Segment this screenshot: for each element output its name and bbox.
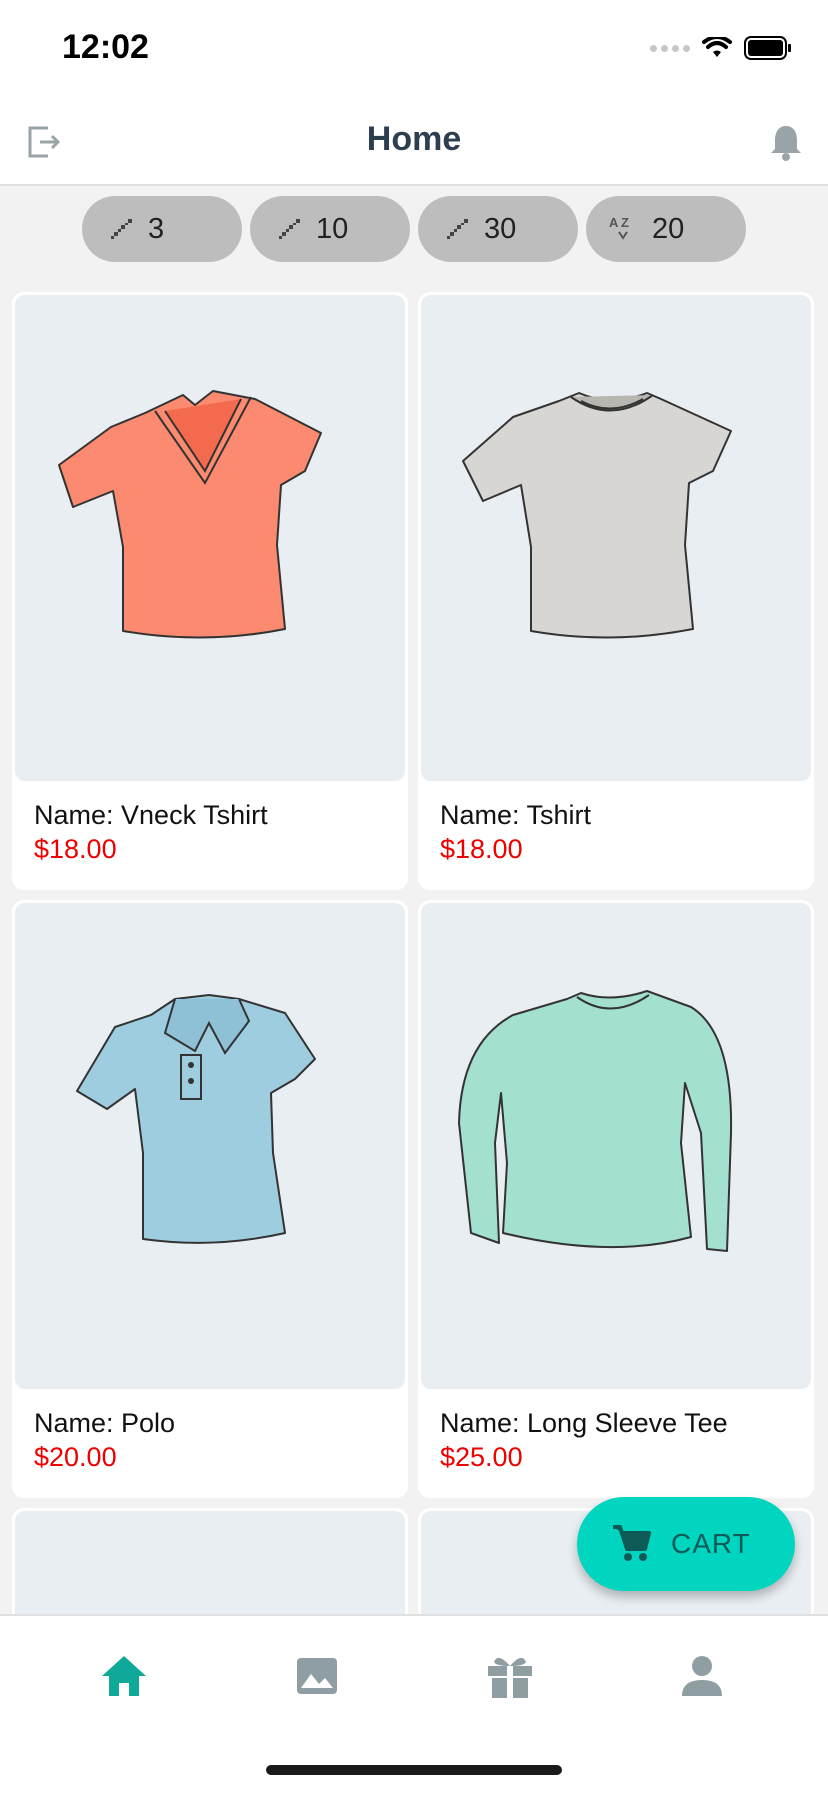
product-name: Name: Long Sleeve Tee — [440, 1408, 728, 1438]
stairs-icon — [442, 219, 468, 239]
cart-label: CART — [671, 1528, 751, 1559]
product-price: $25.00 — [440, 1442, 523, 1472]
battery-icon — [744, 36, 791, 60]
filter-chip-label: 20 — [652, 212, 685, 245]
home-icon[interactable] — [98, 1650, 150, 1702]
filter-chip-10[interactable]: 10 — [250, 196, 410, 262]
product-image — [15, 295, 405, 781]
filter-bar: 3 10 30 A Z 20 — [0, 196, 828, 266]
stairs-icon — [106, 219, 132, 239]
stairs-icon — [274, 219, 300, 239]
cart-icon — [613, 1525, 651, 1561]
product-price: $20.00 — [34, 1442, 117, 1472]
svg-text:Z: Z — [621, 215, 629, 230]
person-icon[interactable] — [676, 1650, 728, 1702]
product-card-long-sleeve-tee[interactable]: Name: Long Sleeve Tee $25.00 — [418, 900, 814, 1498]
long-sleeve-tee-image — [458, 990, 733, 1252]
app-header: Home — [0, 100, 828, 186]
status-time: 12:02 — [62, 28, 149, 66]
home-indicator — [266, 1765, 562, 1775]
product-card-tshirt[interactable]: Name: Tshirt $18.00 — [418, 292, 814, 890]
status-bar: 12:02 — [0, 0, 828, 100]
filter-chip-3[interactable]: 3 — [82, 196, 242, 262]
cart-button[interactable]: CART — [577, 1497, 795, 1591]
page-title: Home — [366, 120, 462, 158]
sort-az-icon: A Z — [609, 215, 629, 240]
product-name: Name: Vneck Tshirt — [34, 800, 268, 830]
gift-icon[interactable] — [484, 1650, 536, 1702]
product-price: $18.00 — [440, 834, 523, 864]
product-price: $18.00 — [34, 834, 117, 864]
filter-chip-30[interactable]: 30 — [418, 196, 578, 262]
product-image — [15, 903, 405, 1389]
product-image — [421, 295, 811, 781]
polo-image — [76, 994, 316, 1244]
bell-icon[interactable] — [766, 122, 806, 162]
product-card-partial[interactable] — [12, 1508, 408, 1628]
product-card-vneck-tshirt[interactable]: Name: Vneck Tshirt $18.00 — [12, 292, 408, 890]
wifi-icon — [702, 37, 732, 57]
filter-chip-label: 30 — [484, 212, 517, 245]
image-icon[interactable] — [291, 1650, 343, 1702]
product-image — [15, 1511, 405, 1628]
vneck-tshirt-image — [58, 390, 322, 639]
product-image — [421, 903, 811, 1389]
filter-chip-sort-az[interactable]: A Z 20 — [586, 196, 746, 262]
svg-text:A: A — [609, 215, 619, 230]
filter-chip-label: 3 — [148, 212, 165, 245]
signal-icon — [650, 44, 690, 52]
filter-chip-label: 10 — [316, 212, 349, 245]
product-name: Name: Polo — [34, 1408, 176, 1438]
tshirt-image — [462, 392, 732, 639]
product-name: Name: Tshirt — [440, 800, 592, 830]
status-icons — [650, 36, 792, 60]
product-card-polo[interactable]: Name: Polo $20.00 — [12, 900, 408, 1498]
